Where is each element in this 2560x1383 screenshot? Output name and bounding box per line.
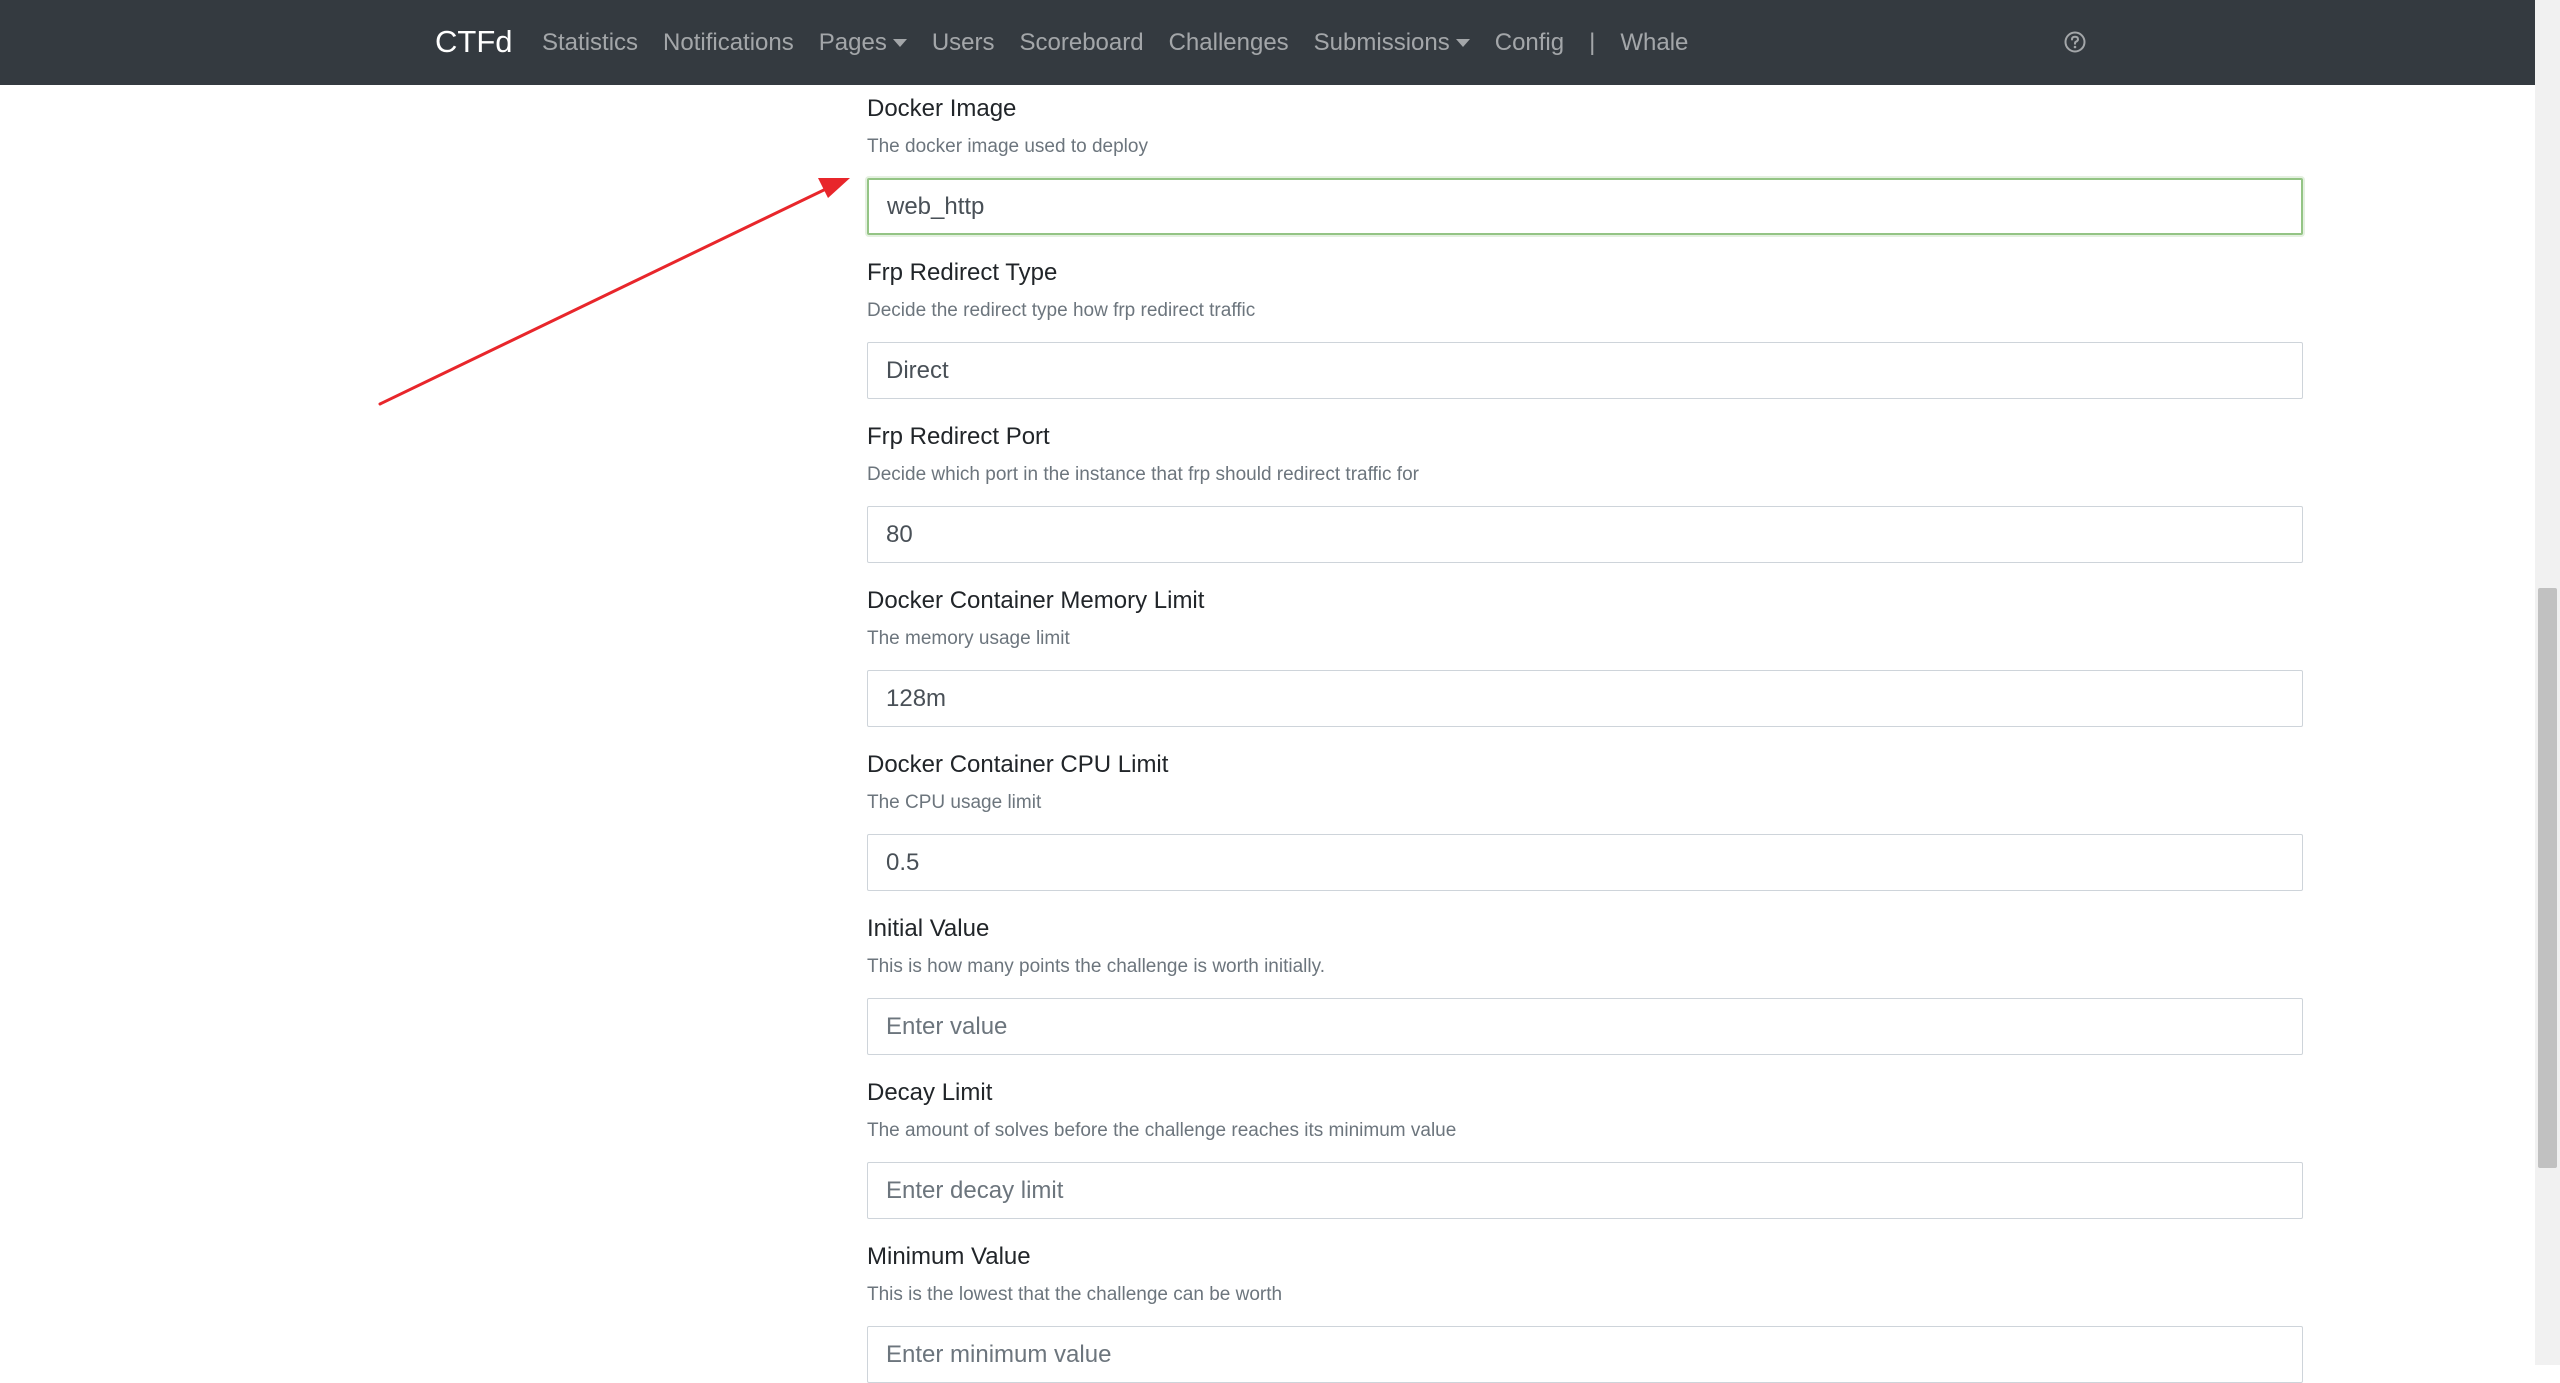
minimum-value-input[interactable] (867, 1326, 2303, 1383)
field-label: Decay Limit (867, 1079, 993, 1106)
question-circle-icon[interactable] (2064, 31, 2086, 53)
nav-item-challenges[interactable]: Challenges (1169, 29, 1289, 57)
nav-item-users[interactable]: Users (932, 29, 995, 57)
nav-item-label: Challenges (1168, 28, 1289, 56)
nav-item-label: Users (931, 28, 995, 56)
caret-down-icon (1455, 38, 1470, 47)
field-help-text: This is how many points the challenge is… (867, 956, 1325, 977)
nav-item-pages[interactable]: Pages (819, 29, 907, 57)
memory-limit-input[interactable] (867, 670, 2303, 727)
cpu-limit-input[interactable] (867, 834, 2303, 891)
field-label: Initial Value (867, 915, 990, 942)
field-label: Docker Container Memory Limit (867, 587, 1205, 614)
nav-item-notifications[interactable]: Notifications (663, 29, 794, 57)
nav-item-scoreboard[interactable]: Scoreboard (1020, 29, 1144, 57)
nav-divider: | (1589, 28, 1596, 56)
field-initial-value: Initial Value This is how many points th… (867, 913, 2303, 1055)
field-help-text: The memory usage limit (867, 628, 1070, 649)
nav-item-label: Statistics (542, 28, 639, 56)
brand-logo[interactable]: CTFd (435, 22, 513, 62)
field-help-text: The amount of solves before the challeng… (867, 1120, 1457, 1141)
field-help-text: The CPU usage limit (867, 792, 1042, 813)
frp-redirect-port-input[interactable] (867, 506, 2303, 563)
nav-item-statistics[interactable]: Statistics (542, 29, 638, 57)
field-cpu-limit: Docker Container CPU Limit The CPU usage… (867, 749, 2303, 891)
nav-item-config[interactable]: Config (1495, 29, 1564, 57)
nav-item-label: Config (1494, 28, 1565, 56)
frp-redirect-type-input[interactable] (867, 342, 2303, 399)
field-frp-redirect-type: Frp Redirect Type Decide the redirect ty… (867, 257, 2303, 399)
field-label: Minimum Value (867, 1243, 1031, 1270)
top-navbar: CTFd Statistics Notifications Pages User… (0, 0, 2535, 85)
nav-menu: Statistics Notifications Pages Users Sco… (542, 0, 1713, 85)
field-help-text: Decide the redirect type how frp redirec… (867, 300, 1256, 321)
decay-limit-input[interactable] (867, 1162, 2303, 1219)
nav-item-whale[interactable]: Whale (1620, 29, 1688, 57)
nav-item-submissions[interactable]: Submissions (1314, 29, 1470, 57)
nav-item-label: Scoreboard (1019, 28, 1144, 56)
nav-item-label: Notifications (663, 28, 794, 56)
scrollbar-thumb[interactable] (2538, 588, 2557, 1168)
field-help-text: This is the lowest that the challenge ca… (867, 1284, 1283, 1305)
field-label: Frp Redirect Type (867, 259, 1058, 286)
field-help-text: Decide which port in the instance that f… (867, 464, 1419, 485)
field-help-text: The docker image used to deploy (867, 136, 1148, 157)
field-label: Docker Container CPU Limit (867, 751, 1169, 778)
initial-value-input[interactable] (867, 998, 2303, 1055)
docker-image-input[interactable] (867, 178, 2303, 235)
field-decay-limit: Decay Limit The amount of solves before … (867, 1077, 2303, 1219)
field-memory-limit: Docker Container Memory Limit The memory… (867, 585, 2303, 727)
caret-down-icon (892, 38, 907, 47)
field-frp-redirect-port: Frp Redirect Port Decide which port in t… (867, 421, 2303, 563)
field-label: Docker Image (867, 95, 1017, 122)
nav-item-label: Pages (818, 28, 887, 56)
nav-item-label: Submissions (1313, 28, 1450, 56)
field-minimum-value: Minimum Value This is the lowest that th… (867, 1241, 2303, 1383)
nav-item-label: Whale (1620, 28, 1689, 56)
field-label: Frp Redirect Port (867, 423, 1050, 450)
field-docker-image: Docker Image The docker image used to de… (867, 93, 2303, 235)
